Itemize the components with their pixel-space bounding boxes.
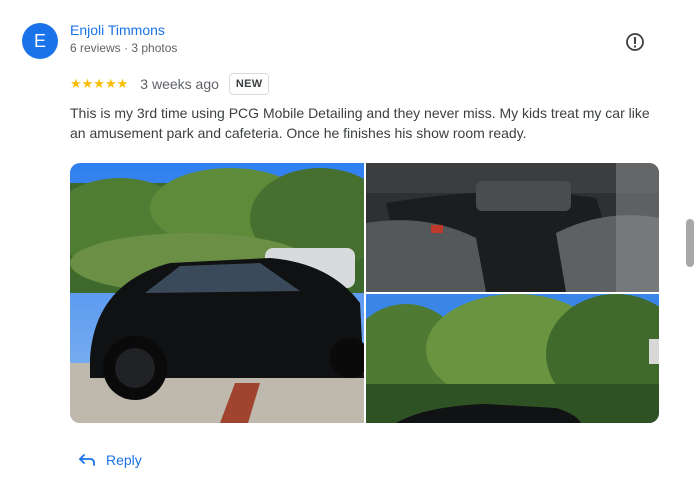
trees-and-car-roof-photo[interactable] [366,294,659,423]
reviewer-meta: 6 reviews · 3 photos [70,41,178,55]
rating-row: ★★★★★ 3 weeks ago NEW [70,72,270,96]
new-badge: NEW [228,73,270,95]
reply-button[interactable]: Reply [78,449,142,471]
photo-grid [70,163,659,423]
review-text: This is my 3rd time using PCG Mobile Det… [70,105,650,141]
report-icon[interactable] [625,32,645,52]
reply-label: Reply [106,452,142,468]
star-rating: ★★★★★ [70,76,129,91]
reply-arrow-icon [79,454,95,466]
reviewer-name-link[interactable]: Enjoli Timmons [70,22,165,38]
avatar[interactable]: E [22,23,58,59]
black-car-exterior-photo[interactable] [70,163,364,423]
car-interior-console-photo[interactable] [366,163,659,292]
scrollbar-thumb[interactable] [686,219,694,267]
review-time: 3 weeks ago [140,76,219,92]
